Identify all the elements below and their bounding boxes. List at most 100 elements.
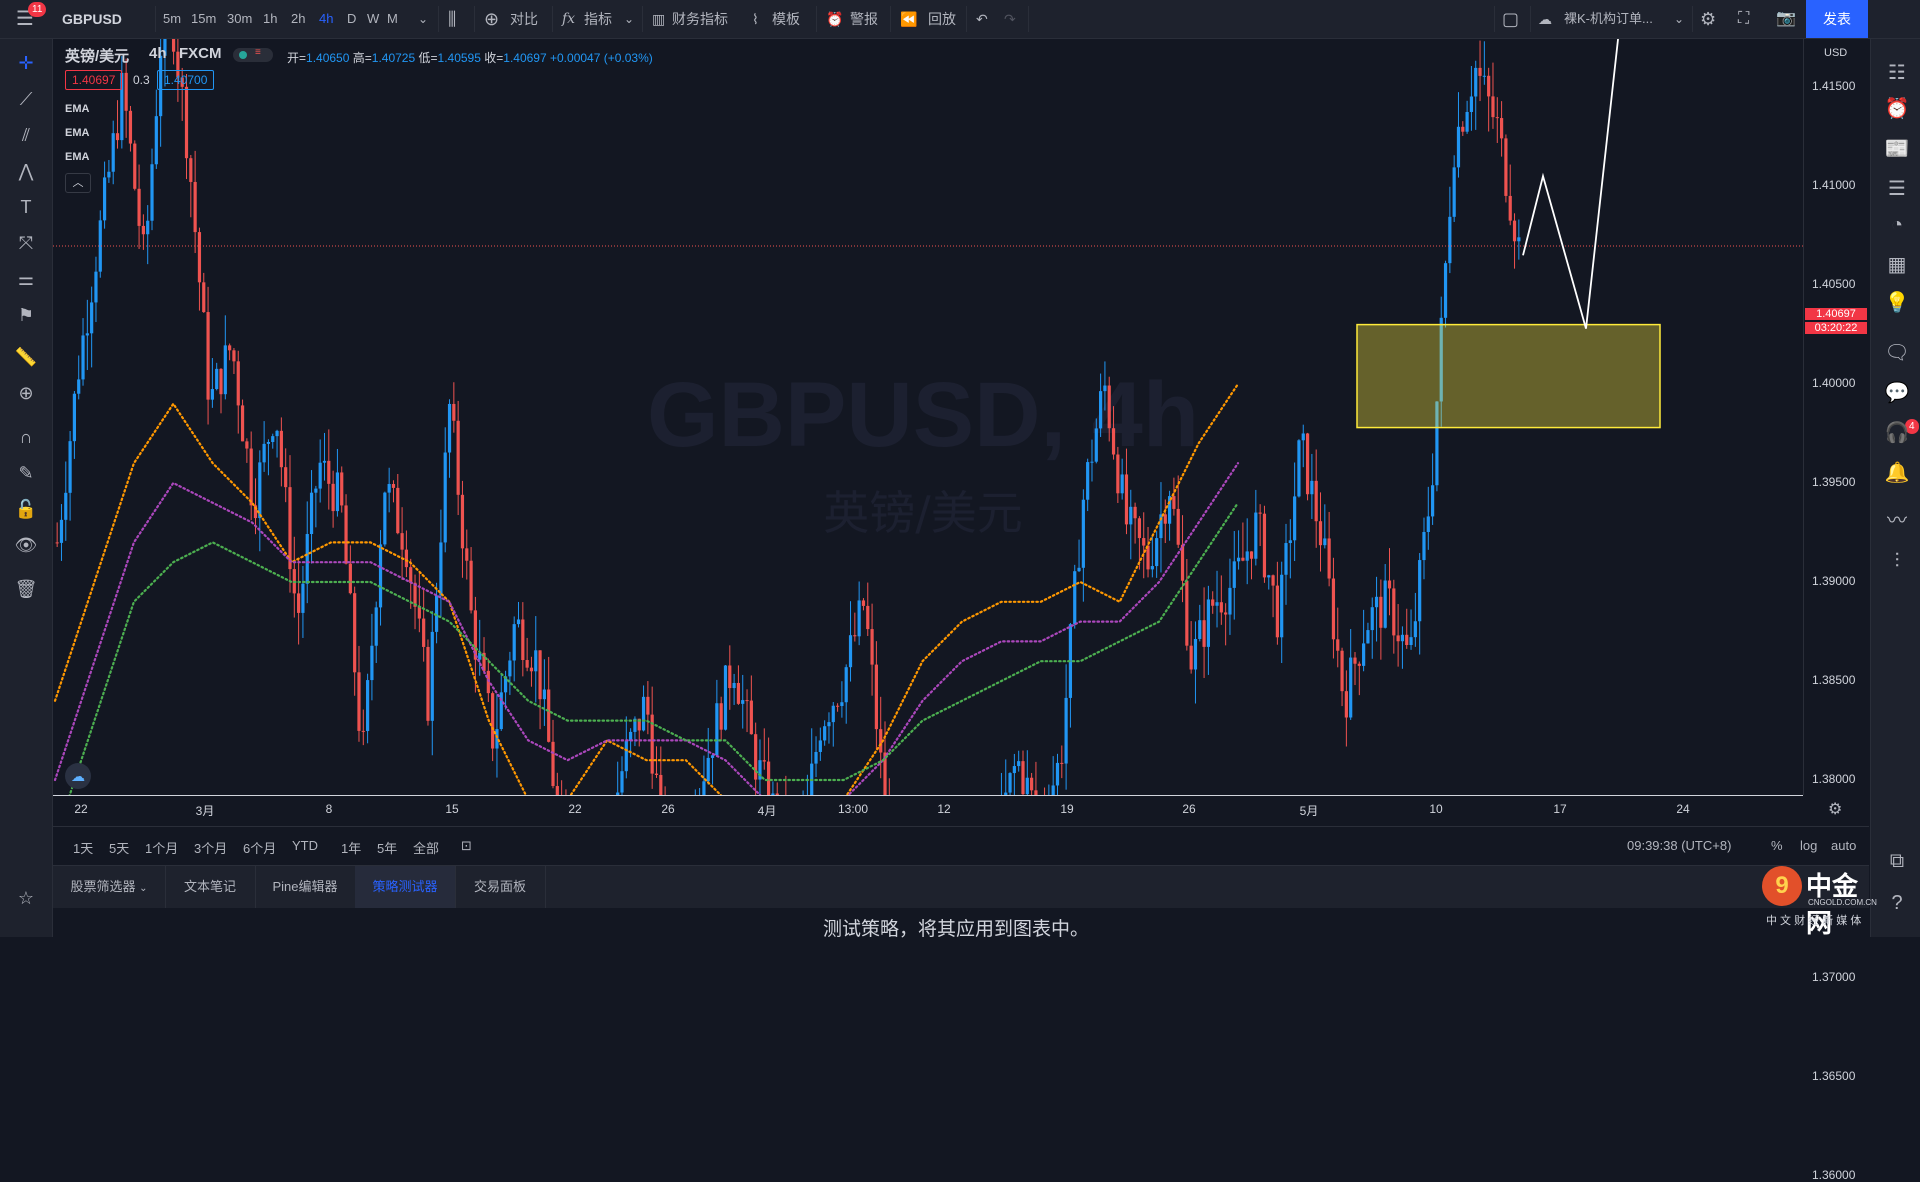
interval-5m[interactable]: 5m [163, 0, 181, 38]
percent-toggle[interactable]: % [1771, 838, 1783, 853]
magnet-icon[interactable]: ∩ [12, 424, 40, 450]
chevron-down-icon[interactable]: ⌄ [1674, 0, 1684, 38]
buy-price-box[interactable]: 1.40700 [157, 70, 215, 90]
alarm-clock-icon[interactable]: ⏰ [1883, 95, 1911, 123]
price-axis[interactable]: USD 1.430001.425001.420001.415001.410001… [1803, 39, 1870, 1182]
node-pattern-icon[interactable]: ⤧ [12, 230, 40, 256]
range-6个月[interactable]: 6个月 [243, 838, 276, 857]
range-YTD[interactable]: YTD [292, 838, 318, 853]
interval-D[interactable]: D [347, 0, 356, 38]
tab-trading-panel[interactable]: 交易面板 [455, 866, 546, 908]
tab-strategy-tester[interactable]: 策略测试器 [355, 866, 456, 908]
crosshair-icon[interactable]: ✛ [12, 50, 40, 76]
tab-stock-screener[interactable]: 股票筛选器 ⌄ [53, 866, 166, 908]
tab-text-notes[interactable]: 文本笔记 [165, 866, 256, 908]
chevron-down-icon[interactable]: ⌄ [624, 0, 634, 38]
forecast-icon[interactable]: ⚑ [12, 302, 40, 328]
candle-body [128, 110, 133, 144]
layers-icon[interactable]: ⧉ [1883, 847, 1911, 875]
lock-drawing-icon[interactable]: ✎ [12, 460, 40, 486]
price-chart[interactable]: GBPUSD, 4h 英镑/美元 [53, 39, 1803, 795]
interval-label: 4h [149, 45, 167, 62]
range-1年[interactable]: 1年 [341, 838, 361, 857]
data-window-icon[interactable]: ☰ [1883, 175, 1911, 203]
dom-icon[interactable]: ⫶ [1883, 547, 1911, 575]
tab-pine-editor[interactable]: Pine编辑器 [255, 866, 356, 908]
trend-line-icon[interactable]: ⟋ [12, 86, 40, 112]
interval-4h[interactable]: 4h [319, 0, 333, 38]
layout-square-icon[interactable]: ▢ [1502, 0, 1519, 38]
range-1天[interactable]: 1天 [73, 838, 93, 857]
financials-button[interactable]: 财务指标 [672, 0, 728, 38]
interval-W[interactable]: W [367, 0, 379, 38]
prediction-icon[interactable]: ⚌ [12, 266, 40, 292]
ruler-icon[interactable]: 📏 [12, 344, 40, 370]
fullscreen-icon[interactable]: ⛶ [1738, 0, 1749, 38]
time-axis[interactable]: 22 3月 8 15 22 26 4月 13:00 12 19 26 5月 10 17 24 [53, 795, 1803, 826]
pattern-icon[interactable]: ⋀ [12, 158, 40, 184]
range-5天[interactable]: 5天 [109, 838, 129, 857]
chevron-down-icon[interactable]: ⌄ [418, 0, 428, 38]
alert-button[interactable]: 警报 [850, 0, 878, 38]
settings-gear-icon[interactable]: ⚙ [1700, 0, 1716, 38]
hotlist-icon[interactable]: ◔ [1883, 211, 1911, 239]
eye-icon[interactable]: 👁 [12, 532, 40, 558]
camera-icon[interactable]: 📷 [1776, 0, 1796, 38]
fib-icon[interactable]: ⫽ [12, 122, 40, 148]
interval-M[interactable]: M [387, 0, 398, 38]
text-icon[interactable]: T [12, 194, 40, 220]
range-5年[interactable]: 5年 [377, 838, 397, 857]
candle-body [400, 533, 404, 550]
zoom-in-icon[interactable]: ⊕ [12, 380, 40, 406]
ema-label-3[interactable]: EMA [65, 151, 89, 163]
collapse-legend-button[interactable]: ︿ [65, 173, 91, 193]
star-icon[interactable]: ☆ [12, 885, 40, 911]
auto-toggle[interactable]: auto [1831, 838, 1856, 853]
market-status-toggle[interactable]: ≡ [233, 47, 273, 62]
trash-icon[interactable]: 🗑 [12, 576, 40, 602]
publish-button[interactable]: 发表 [1806, 0, 1868, 38]
candles-icon[interactable]: ⫼ [448, 0, 456, 38]
ticker-icon[interactable]: 〰 [1883, 507, 1911, 535]
interval-2h[interactable]: 2h [291, 0, 305, 38]
notifications-bell-icon[interactable]: 🔔 [1883, 459, 1911, 487]
candle-body [353, 593, 357, 673]
news-icon[interactable]: 📰 [1883, 135, 1911, 163]
candle-body [1379, 596, 1383, 628]
watchlist-icon[interactable]: ☷ [1883, 59, 1911, 87]
replay-button[interactable]: 回放 [928, 0, 956, 38]
interval-30m[interactable]: 30m [227, 0, 252, 38]
cloud-logo-icon[interactable]: ☁ [65, 763, 91, 789]
goto-date-icon[interactable]: ⊡ [461, 838, 472, 854]
axis-settings-icon[interactable]: ⚙ [1828, 799, 1842, 819]
interval-15m[interactable]: 15m [191, 0, 216, 38]
range-全部[interactable]: 全部 [413, 838, 439, 857]
indicators-button[interactable]: 指标 [584, 0, 612, 38]
ema-label-1[interactable]: EMA [65, 103, 89, 115]
compare-button[interactable]: 对比 [510, 0, 538, 38]
lock-icon[interactable]: 🔓 [12, 496, 40, 522]
clock-display[interactable]: 09:39:38 (UTC+8) [1627, 838, 1731, 853]
undo-icon[interactable]: ↶ [976, 0, 988, 38]
sell-price-box[interactable]: 1.40697 [65, 70, 123, 90]
broadcast-icon[interactable]: 🎧 [1883, 419, 1911, 447]
calendar-icon[interactable]: ▦ [1883, 251, 1911, 279]
candle-body [1331, 578, 1336, 640]
ideas-lightbulb-icon[interactable]: 💡 [1883, 289, 1911, 317]
chat-icon[interactable]: 🗨 [1883, 339, 1911, 367]
interval-1h[interactable]: 1h [263, 0, 277, 38]
candle-body [378, 544, 383, 608]
messages-icon[interactable]: 💬 [1883, 379, 1911, 407]
help-icon[interactable]: ? [1883, 889, 1911, 917]
range-1个月[interactable]: 1个月 [145, 838, 178, 857]
range-3个月[interactable]: 3个月 [194, 838, 227, 857]
candle-body [348, 563, 352, 594]
log-toggle[interactable]: log [1800, 838, 1817, 853]
redo-icon[interactable]: ↷ [1004, 0, 1016, 38]
layout-name[interactable]: 裸K-机构订单... [1564, 0, 1653, 38]
templates-button[interactable]: 模板 [772, 0, 800, 38]
chart-pane[interactable]: GBPUSD, 4h 英镑/美元 英镑/美元 4h FXCM ≡ 开=1.4065… [53, 39, 1803, 795]
add-compare-icon[interactable]: ⊕ [484, 0, 499, 38]
symbol-search[interactable]: GBPUSD [62, 0, 122, 38]
ema-label-2[interactable]: EMA [65, 127, 89, 139]
